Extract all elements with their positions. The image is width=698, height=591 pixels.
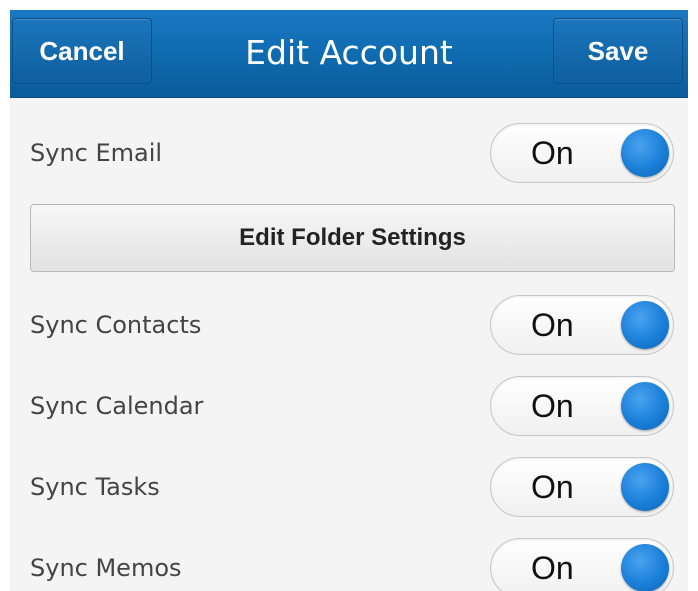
sync-tasks-toggle-state: On	[531, 468, 574, 505]
sync-contacts-row: Sync Contacts On	[10, 292, 688, 358]
sync-contacts-toggle-state: On	[531, 306, 574, 343]
sync-email-toggle[interactable]: On	[490, 123, 674, 183]
sync-calendar-label: Sync Calendar	[30, 392, 204, 420]
toggle-knob	[621, 463, 669, 511]
sync-email-label: Sync Email	[30, 139, 163, 167]
sync-calendar-row: Sync Calendar On	[10, 373, 688, 439]
toggle-knob	[621, 544, 669, 591]
save-button[interactable]: Save	[553, 18, 683, 84]
sync-calendar-toggle-state: On	[531, 387, 574, 424]
sync-memos-label: Sync Memos	[30, 554, 182, 582]
toggle-knob	[621, 129, 669, 177]
sync-memos-toggle-state: On	[531, 549, 574, 586]
sync-calendar-toggle[interactable]: On	[490, 376, 674, 436]
sync-email-toggle-state: On	[531, 134, 574, 171]
sync-contacts-label: Sync Contacts	[30, 311, 202, 339]
toggle-knob	[621, 301, 669, 349]
cancel-button[interactable]: Cancel	[12, 18, 152, 84]
sync-email-row: Sync Email On	[10, 120, 688, 186]
sync-memos-row: Sync Memos On	[10, 535, 688, 591]
toggle-knob	[621, 382, 669, 430]
edit-account-screen: Edit Account Cancel Save Sync Email On E…	[10, 10, 688, 591]
sync-memos-toggle[interactable]: On	[490, 538, 674, 591]
sync-contacts-toggle[interactable]: On	[490, 295, 674, 355]
edit-folder-settings-button[interactable]: Edit Folder Settings	[30, 204, 675, 272]
title-bar: Edit Account Cancel Save	[10, 10, 688, 98]
sync-tasks-label: Sync Tasks	[30, 473, 160, 501]
sync-tasks-row: Sync Tasks On	[10, 454, 688, 520]
sync-tasks-toggle[interactable]: On	[490, 457, 674, 517]
